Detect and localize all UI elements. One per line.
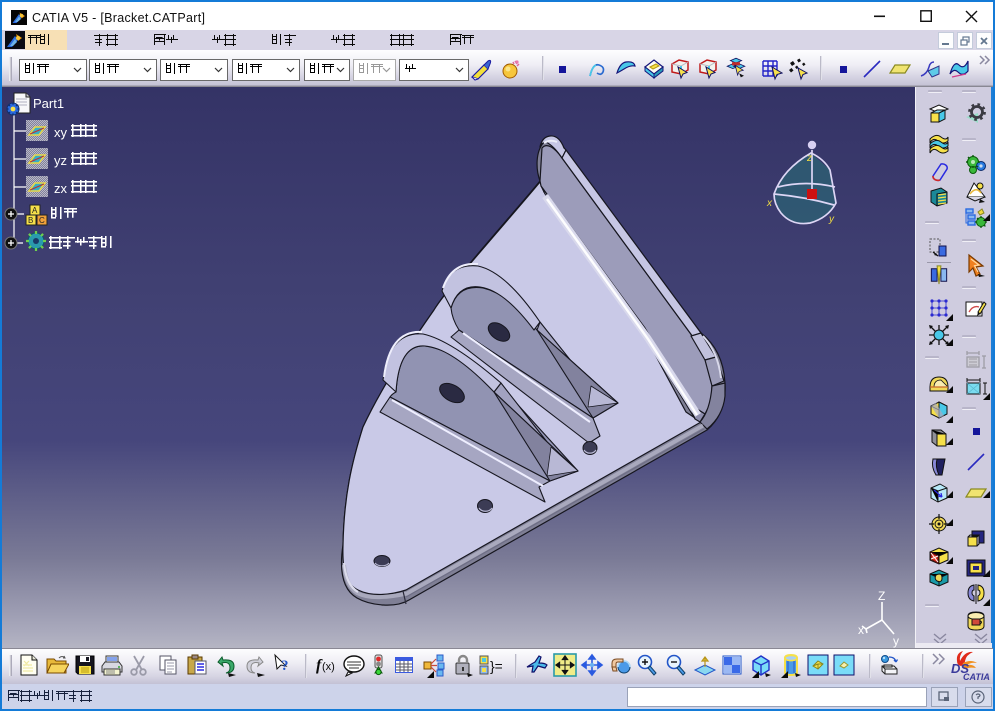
svg-text:CATIA: CATIA xyxy=(963,672,990,682)
svg-text:x: x xyxy=(766,198,773,209)
svg-text:Z: Z xyxy=(878,589,885,603)
svg-text:}=: }= xyxy=(490,658,502,674)
svg-text:y: y xyxy=(828,214,835,225)
svg-text:z: z xyxy=(806,153,812,164)
svg-text:?: ? xyxy=(281,658,289,674)
svg-text:y: y xyxy=(893,634,899,648)
svg-text:(x): (x) xyxy=(322,661,335,673)
svg-text:x: x xyxy=(858,623,864,637)
